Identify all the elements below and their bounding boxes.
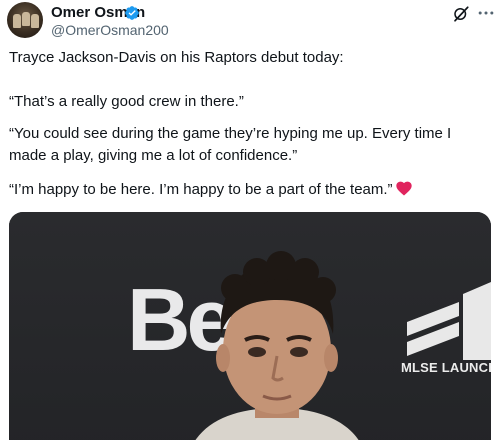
user-handle[interactable]: @OmerOsman200: [51, 22, 169, 38]
tweet-text-quote-1: “That’s a really good crew in there.”: [9, 93, 244, 110]
player-figure: [195, 251, 359, 440]
avatar[interactable]: [7, 2, 43, 38]
tweet-media-video[interactable]: Be MLSE LAUNCHPAD: [9, 212, 491, 440]
grok-icon[interactable]: [452, 5, 470, 23]
tweet-header: Omer Osman @OmerOsman200: [0, 0, 500, 44]
sponsor-text: MLSE LAUNCHPAD: [401, 360, 491, 375]
verified-badge-icon: [125, 6, 139, 20]
red-heart-icon: [395, 181, 412, 196]
tweet-text-quote-2: “You could see during the game they’re h…: [9, 125, 452, 164]
tweet-text-quote-3: “I’m happy to be here. I’m happy to be a…: [9, 179, 491, 201]
more-options-icon[interactable]: [476, 3, 496, 23]
mlse-logo-mark: [407, 282, 491, 360]
tweet-text-intro: Trayce Jackson-Davis on his Raptors debu…: [9, 49, 344, 66]
tweet-text-quote-3-text: “I’m happy to be here. I’m happy to be a…: [9, 181, 393, 198]
